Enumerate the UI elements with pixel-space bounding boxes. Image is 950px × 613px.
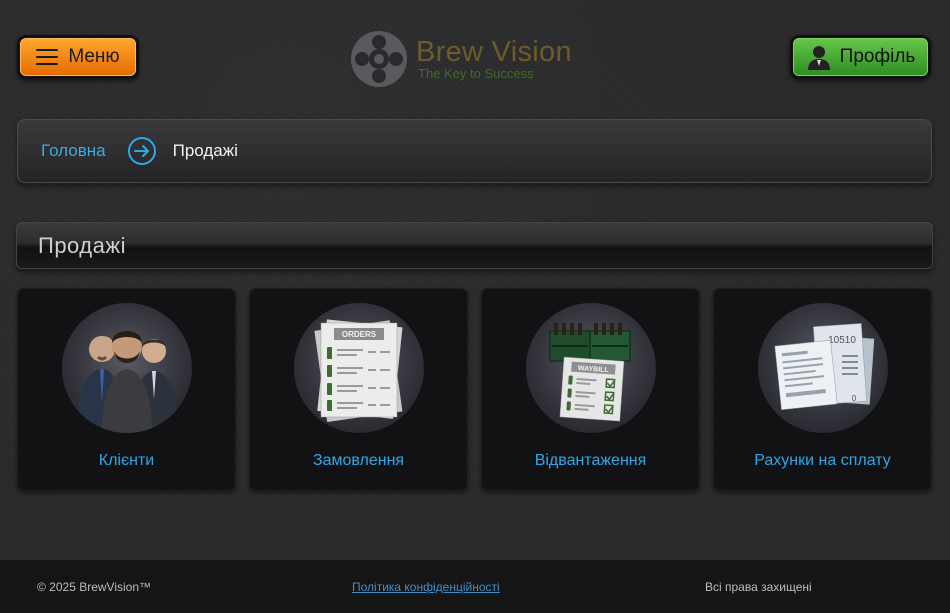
breadcrumb: Головна Продажі: [17, 119, 932, 183]
logo-subtitle: The Key to Success: [418, 66, 534, 81]
profile-button-label: Профіль: [839, 46, 916, 67]
card-invoices[interactable]: 10510 0 Рахунки на сплату: [713, 288, 932, 491]
card-clients-label: Клієнти: [98, 452, 155, 469]
menu-button-face[interactable]: Меню: [20, 38, 136, 76]
arrow-right-circle-icon: [127, 137, 156, 165]
orders-icon: ORDERS: [294, 303, 424, 433]
footer-copyright: © 2025 BrewVision™: [37, 579, 152, 594]
svg-text:0: 0: [852, 394, 857, 403]
profile-button[interactable]: Профіль: [790, 35, 931, 79]
card-orders[interactable]: ORDERS Замовлення: [249, 288, 468, 491]
clients-icon: [62, 303, 192, 433]
waybill-icon: WAYBILL: [526, 303, 656, 433]
user-icon: [807, 46, 830, 70]
svg-text:10510: 10510: [828, 335, 856, 346]
card-clients[interactable]: Клієнти: [17, 288, 236, 491]
invoices-icon: 10510 0: [758, 303, 888, 433]
card-shipments[interactable]: WAYBILL Відвантаження: [481, 288, 700, 491]
breadcrumb-home-link[interactable]: Головна: [41, 141, 106, 161]
footer: © 2025 BrewVision™ Політика конфіденційн…: [0, 560, 950, 613]
card-orders-label: Замовлення: [312, 452, 405, 469]
hamburger-icon: [36, 49, 59, 65]
card-invoices-label: Рахунки на сплату: [754, 452, 891, 469]
breadcrumb-current: Продажі: [172, 141, 238, 160]
menu-button[interactable]: Меню: [17, 35, 139, 79]
section-header: Продажі: [16, 222, 933, 269]
privacy-policy-link[interactable]: Політика конфіденційності: [352, 580, 500, 594]
card-shipments-label: Відвантаження: [534, 452, 647, 469]
header: Меню Brew Vision The Key to Success Проф…: [0, 0, 950, 110]
logo-title: Brew Vision: [416, 36, 572, 68]
profile-button-face[interactable]: Профіль: [793, 38, 928, 76]
menu-button-label: Меню: [68, 46, 120, 67]
logo[interactable]: Brew Vision The Key to Success: [350, 29, 590, 89]
footer-rights: Всі права захищені: [705, 579, 812, 594]
logo-mark-icon: [351, 31, 407, 87]
svg-text:ORDERS: ORDERS: [342, 330, 377, 339]
page-title: Продажі: [38, 232, 126, 258]
